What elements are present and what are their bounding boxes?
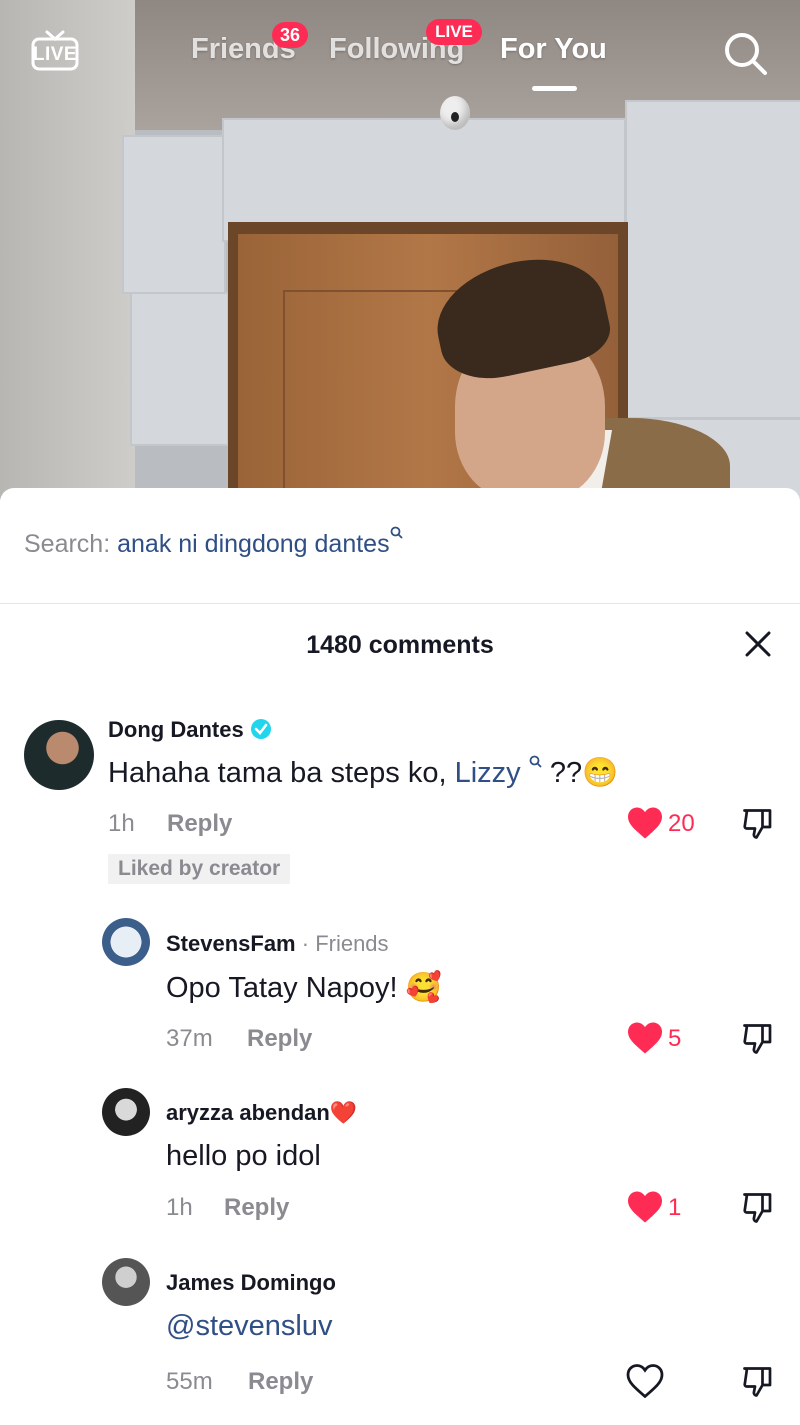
mention-search-icon (521, 743, 550, 775)
comments-count: 1480 comments (306, 631, 494, 659)
live-tv-icon[interactable]: LIVE (30, 30, 80, 71)
heart-outline-icon[interactable] (626, 1364, 664, 1403)
grin-emoji: 😁 (582, 757, 619, 789)
wall-panel (130, 292, 229, 446)
sheet-divider (0, 603, 800, 604)
smiling-hearts-emoji: 🥰 (405, 972, 442, 1004)
reply-button[interactable]: Reply (248, 1368, 313, 1396)
comment-text-part: Hahaha tama ba steps ko, (108, 757, 455, 789)
avatar[interactable] (102, 918, 150, 966)
like-count: 1 (668, 1194, 682, 1221)
tab-for-you[interactable]: For You (500, 33, 607, 66)
heart-filled-icon[interactable] (626, 1021, 664, 1060)
comment-username[interactable]: aryzza abendan❤️ (166, 1100, 357, 1126)
red-heart-emoji: ❤️ (329, 1100, 358, 1125)
mention-link[interactable]: Lizzy (455, 757, 521, 789)
dislike-icon[interactable] (740, 1364, 776, 1405)
dislike-icon[interactable] (740, 806, 776, 847)
search-suggestion[interactable]: Search: anak ni dingdong dantes (24, 526, 403, 559)
search-small-icon (390, 526, 403, 544)
avatar[interactable] (24, 720, 94, 790)
comment-text: hello po idol (166, 1140, 321, 1172)
like-count: 20 (668, 810, 695, 837)
username-text: Dong Dantes (108, 717, 244, 742)
wall-panel (625, 100, 800, 419)
comment-username[interactable]: StevensFam · Friends (166, 931, 389, 957)
dislike-icon[interactable] (740, 1190, 776, 1231)
top-navigation: LIVE Friends 36 Following LIVE For You (0, 0, 800, 110)
comment-time: 1h (166, 1194, 193, 1221)
reply-button[interactable]: Reply (247, 1025, 312, 1053)
comment-text: Opo Tatay Napoy! 🥰 (166, 971, 442, 1005)
comment-time: 55m (166, 1368, 213, 1395)
mention-link[interactable]: @stevensluv (166, 1310, 332, 1343)
heart-filled-icon[interactable] (626, 806, 664, 845)
heart-filled-icon[interactable] (626, 1190, 664, 1229)
comment-text-part: ?? (549, 757, 583, 789)
username-text: StevensFam (166, 931, 296, 956)
username-text: aryzza abendan (166, 1100, 330, 1125)
avatar[interactable] (102, 1088, 150, 1136)
reply-button[interactable]: Reply (167, 810, 232, 838)
reply-button[interactable]: Reply (224, 1194, 289, 1222)
dislike-icon[interactable] (740, 1021, 776, 1062)
close-icon[interactable] (740, 626, 776, 662)
comment-time: 1h (108, 810, 135, 837)
following-live-badge: LIVE (426, 19, 482, 45)
comment-username[interactable]: Dong Dantes (108, 717, 272, 746)
comment-text: Hahaha tama ba steps ko, Lizzy ??😁 (108, 755, 619, 790)
search-query[interactable]: anak ni dingdong dantes (117, 530, 389, 558)
tab-for-you-label: For You (500, 33, 607, 65)
active-tab-indicator (532, 86, 577, 91)
wall-panel (122, 135, 226, 294)
comment-time: 37m (166, 1025, 213, 1052)
search-prefix: Search: (24, 530, 111, 558)
friends-count-badge: 36 (272, 22, 308, 48)
liked-by-creator-chip: Liked by creator (108, 854, 291, 884)
comment-text-part: Opo Tatay Napoy! (166, 972, 406, 1004)
avatar[interactable] (102, 1258, 150, 1306)
like-count: 5 (668, 1025, 682, 1052)
verified-badge-icon (250, 718, 272, 746)
friends-tag: · Friends (301, 931, 389, 956)
search-icon[interactable] (722, 30, 768, 76)
comment-username[interactable]: James Domingo (166, 1270, 336, 1296)
live-label: LIVE (32, 44, 78, 65)
